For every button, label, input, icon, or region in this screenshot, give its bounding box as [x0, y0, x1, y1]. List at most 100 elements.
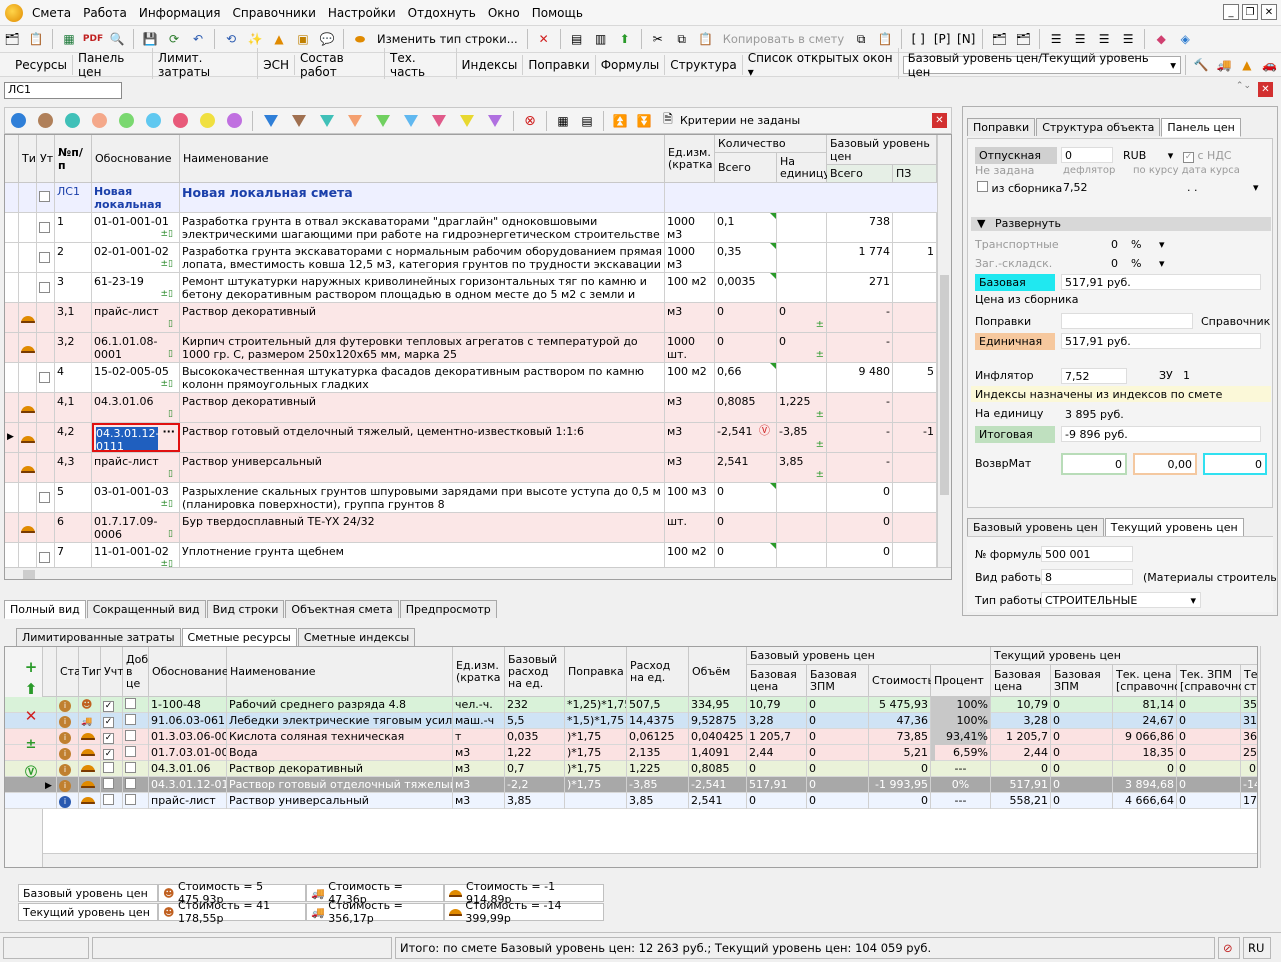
resource-row[interactable]: i 01.7.03.01-000Водам31,22)*1,752,1351,40… — [5, 745, 1257, 761]
header-cur-base-price[interactable]: Базовая цена — [991, 665, 1051, 697]
counted-checkbox[interactable] — [103, 794, 114, 805]
row-basis[interactable]: прайс-лист ▯ — [92, 303, 180, 332]
header-type[interactable]: Ти — [19, 135, 37, 183]
funnel-teal-icon[interactable] — [320, 114, 334, 127]
counted-checkbox[interactable] — [103, 701, 114, 712]
row-account[interactable] — [37, 303, 55, 332]
color-filter-red-icon[interactable] — [173, 113, 188, 128]
copy-to-estimate-button[interactable]: Копировать в смету — [718, 32, 850, 46]
row-basis[interactable]: 15-02-005-05 ±▯ — [92, 363, 180, 392]
clear-filter-icon[interactable]: ⊗ — [520, 111, 540, 131]
list-view-icon[interactable]: ▤ — [577, 111, 597, 131]
resource-row[interactable]: i 01.3.03.06-000Кислота соляная техническ… — [5, 729, 1257, 745]
estimate-row[interactable]: 4,3 прайс-лист ▯ Раствор универсальный м3 2,5… — [5, 453, 937, 483]
return-material-2[interactable]: 0,00 — [1133, 453, 1197, 475]
row-basis[interactable]: 02-01-001-02 ±▯ — [92, 243, 180, 272]
estimate-head-row[interactable]: ЛС1 Новая локальная Новая локальная смет… — [5, 183, 937, 213]
tab-formulas[interactable]: Формулы — [596, 54, 666, 75]
row-added[interactable] — [123, 761, 149, 777]
from-collection-checkbox[interactable]: из сборника — [977, 181, 1062, 195]
estimate-row[interactable]: 1 01-01-001-01 ±▯ Разработка грунта в отвал… — [5, 213, 937, 243]
header-basis[interactable]: Обоснование — [92, 135, 180, 183]
resource-row[interactable]: ▶ i 04.3.01.12-01 Раствор готовый отделочны… — [5, 777, 1257, 793]
row-account[interactable] — [37, 513, 55, 542]
funnel-blue-icon[interactable] — [264, 114, 278, 127]
resource-row[interactable]: i прайс-лист Раствор универсальный м3 3,85 3,… — [5, 793, 1257, 809]
header-counted[interactable]: Учт — [101, 647, 124, 697]
cut-icon[interactable]: ✂ — [648, 29, 668, 49]
pdf-icon[interactable]: PDF — [83, 29, 103, 49]
color-filter-sky-icon[interactable] — [146, 113, 161, 128]
header-res-basis[interactable]: Обоснование — [149, 647, 228, 697]
tab-limit-costs[interactable]: Лимит. затраты — [153, 47, 259, 82]
recalc-icon[interactable]: ⟲ — [221, 29, 241, 49]
row-account[interactable] — [37, 213, 55, 242]
align-right-icon[interactable]: ☰ — [1118, 29, 1138, 49]
funnel-red-icon[interactable] — [432, 114, 446, 127]
row-checkbox[interactable] — [39, 552, 50, 563]
expand-toggle[interactable]: ▼ Развернуть — [977, 217, 1061, 230]
plus-minus-icon[interactable]: ± — [22, 735, 40, 753]
header-volume[interactable]: Объём — [689, 647, 747, 697]
work-kind-value[interactable]: 8 — [1041, 569, 1133, 585]
menu-info[interactable]: Информация — [133, 0, 227, 26]
chevron-down-icon[interactable]: ▾ — [1159, 238, 1165, 251]
resource-icon[interactable]: ▲ — [269, 29, 289, 49]
chevron-down-icon[interactable]: ▾ — [1159, 257, 1165, 270]
menu-smeta[interactable]: Смета — [26, 0, 77, 26]
estimate-row[interactable]: 3,1 прайс-лист ▯ Раствор декоративный м3 0 0 ± - — [5, 303, 937, 333]
row-counted[interactable] — [101, 697, 123, 713]
row-basis[interactable]: 01.7.17.09-0006 ▯ — [92, 513, 180, 542]
bracket-n-icon[interactable]: [N] — [956, 29, 976, 49]
change-type-button[interactable]: Изменить тип строки... — [372, 32, 523, 46]
color-filter-purple-icon[interactable] — [227, 113, 242, 128]
row-counted[interactable] — [101, 761, 123, 777]
search-icon[interactable]: 🔍 — [107, 29, 127, 49]
header-use[interactable]: Расход на ед. — [627, 647, 689, 697]
menu-spravochniki[interactable]: Справочники — [227, 0, 322, 26]
row-basis[interactable]: 06.1.01.08-0001 ▯ — [92, 333, 180, 362]
counted-checkbox[interactable] — [103, 778, 114, 789]
paste-icon[interactable]: 📋 — [696, 29, 716, 49]
counted-checkbox[interactable] — [103, 717, 114, 728]
basis-editor[interactable]: 04.3.01.12-0111 — [96, 427, 159, 450]
counted-checkbox[interactable] — [103, 749, 114, 760]
estimate-row[interactable]: 2 02-01-001-02 ±▯ Разработка грунта экскава… — [5, 243, 937, 273]
move-top-icon[interactable]: ⏫ — [610, 111, 630, 131]
tab-full-view[interactable]: Полный вид — [4, 600, 86, 619]
tab-rp-prices[interactable]: Панель цен — [1161, 118, 1241, 137]
work-type-combo[interactable]: СТРОИТЕЛЬНЫЕ ▾ — [1041, 592, 1201, 608]
row-checkbox[interactable] — [39, 252, 50, 263]
row-counted[interactable] — [101, 745, 123, 761]
header-qty-unit[interactable]: На единицу — [777, 153, 830, 183]
bracket-p-icon[interactable]: [P] — [932, 29, 952, 49]
header-cur-price[interactable]: Тек. цена [справочно] — [1113, 665, 1185, 697]
header-added[interactable]: Доб в це — [123, 647, 149, 697]
copy-icon[interactable]: ⧉ — [672, 29, 692, 49]
added-checkbox[interactable] — [125, 794, 136, 805]
added-checkbox[interactable] — [125, 730, 136, 741]
color-filter-yellow-icon[interactable] — [200, 113, 215, 128]
tab-price-panel[interactable]: Панель цен — [73, 47, 153, 82]
header-cur-extra[interactable]: Те ст — [1241, 665, 1257, 697]
menu-rabota[interactable]: Работа — [77, 0, 133, 26]
indent-icon[interactable]: ☰ — [1046, 29, 1066, 49]
truck-icon[interactable]: 🚚 — [1215, 55, 1234, 75]
align-left-icon[interactable]: ☰ — [1094, 29, 1114, 49]
row-counted[interactable] — [101, 713, 123, 729]
tab-indexes[interactable]: Индексы — [457, 54, 524, 75]
wand-icon[interactable]: ✨ — [245, 29, 265, 49]
header-res-unit[interactable]: Ед.изм. (кратка — [453, 647, 505, 697]
row-account[interactable] — [37, 273, 55, 302]
added-checkbox[interactable] — [125, 762, 136, 773]
color-filter-peach-icon[interactable] — [92, 113, 107, 128]
inflator-value[interactable]: 7,52 — [1061, 368, 1127, 384]
counted-checkbox[interactable] — [103, 733, 114, 744]
tree-edit-icon[interactable]: 📋 — [26, 29, 46, 49]
estimate-row[interactable]: 4 15-02-005-05 ±▯ Высококачественная штукат… — [5, 363, 937, 393]
row-account[interactable] — [37, 363, 55, 392]
return-material-1[interactable]: 0 — [1061, 453, 1127, 475]
funnel-brown-icon[interactable] — [292, 114, 306, 127]
resource-row[interactable]: i 04.3.01.06 Раствор декоративный м3 0,7)*1,… — [5, 761, 1257, 777]
layers-icon[interactable]: ◈ — [1175, 29, 1195, 49]
